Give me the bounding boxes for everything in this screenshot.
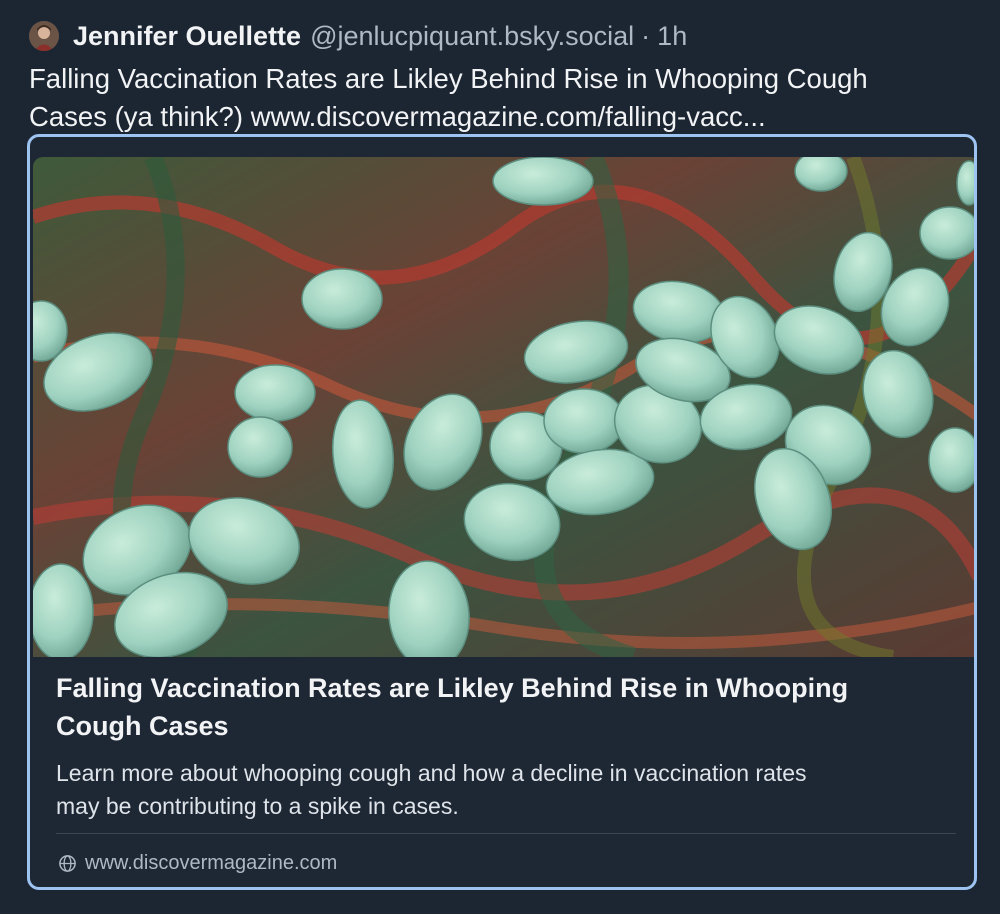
card-domain-row[interactable]: www.discovermagazine.com <box>58 848 337 878</box>
author-name[interactable]: Jennifer Ouellette <box>73 21 301 52</box>
card-description-line: Learn more about whooping cough and how … <box>56 760 807 786</box>
post-time[interactable]: 1h <box>657 21 687 52</box>
bacteria-illustration <box>33 157 974 657</box>
post-header: Jennifer Ouellette @jenlucpiquant.bsky.s… <box>29 16 687 56</box>
globe-icon <box>59 854 76 872</box>
post-text: Falling Vaccination Rates are Likley Beh… <box>29 60 979 136</box>
link-preview-card[interactable]: Falling Vaccination Rates are Likley Beh… <box>27 134 977 890</box>
card-image[interactable] <box>33 157 974 657</box>
author-handle[interactable]: @jenlucpiquant.bsky.social <box>310 21 634 52</box>
card-title-line: Falling Vaccination Rates are Likley Beh… <box>56 673 849 703</box>
header-separator: · <box>641 20 651 51</box>
card-domain: www.discovermagazine.com <box>85 851 338 874</box>
avatar[interactable] <box>29 21 59 51</box>
post-text-line: Falling Vaccination Rates are Likley Beh… <box>29 63 868 94</box>
card-description-line: may be contributing to a spike in cases. <box>56 793 459 819</box>
card-divider <box>56 833 956 834</box>
card-title-line: Cough Cases <box>56 711 229 741</box>
card-title[interactable]: Falling Vaccination Rates are Likley Beh… <box>56 669 936 745</box>
post-text-line: Cases (ya think?) www.discovermagazine.c… <box>29 101 766 132</box>
avatar-image <box>29 21 59 51</box>
card-description: Learn more about whooping cough and how … <box>56 757 956 823</box>
